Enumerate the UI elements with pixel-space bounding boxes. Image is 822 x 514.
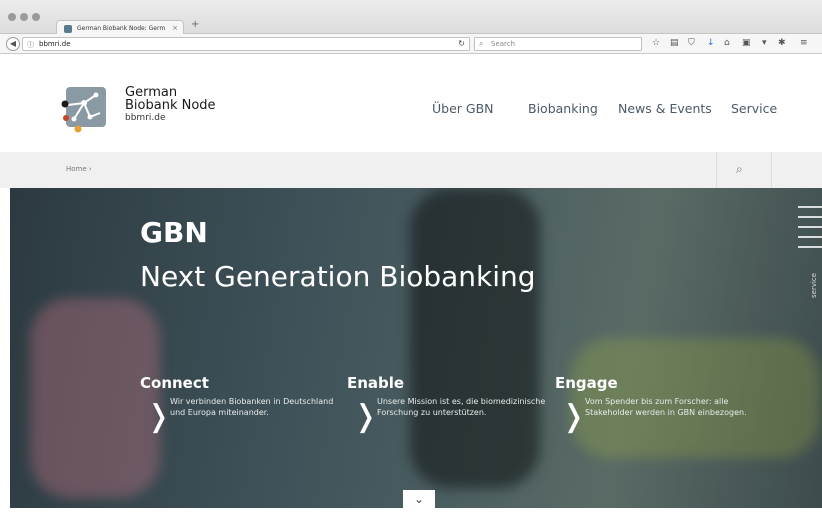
background-instrument xyxy=(410,188,540,488)
pillar-text: Vom Spender bis zum Forscher: alle Stake… xyxy=(585,397,747,417)
chevron-right-icon: ❭ xyxy=(353,399,379,434)
dropdown-icon[interactable]: ▾ xyxy=(762,38,767,48)
hero-banner: GBN Next Generation Biobanking Connect ❭… xyxy=(10,188,822,508)
addon-icon[interactable]: ✱ xyxy=(778,38,786,48)
scroll-down-icon[interactable]: ⌄ xyxy=(403,490,435,514)
site-search-icon[interactable]: ⌕ xyxy=(736,162,743,177)
brand-line2: Biobank Node xyxy=(125,98,216,113)
home-icon[interactable]: ⌂ xyxy=(724,38,730,48)
browser-toolbar: ◀ ⓘ bbmri.de ↻ ⌕ Search ☆ ▤ ⛉ ↓ ⌂ ▣ ▾ ✱ … xyxy=(0,34,822,54)
hero-title: GBN xyxy=(140,216,208,249)
divider xyxy=(716,152,717,188)
tab-title: German Biobank Node: Germ xyxy=(77,25,166,32)
brand-domain: bbmri.de xyxy=(125,113,166,123)
nav-biobanking[interactable]: Biobanking xyxy=(528,101,598,116)
pillar-engage[interactable]: Engage ❭ Vom Spender bis zum Forscher: a… xyxy=(555,374,755,432)
browser-titlebar: German Biobank Node: Germ × + xyxy=(0,0,822,36)
side-service-label[interactable]: service xyxy=(810,273,818,298)
pillar-enable[interactable]: Enable ❭ Unsere Mission ist es, die biom… xyxy=(347,374,547,432)
browser-search-input[interactable]: ⌕ Search xyxy=(474,37,642,51)
back-button[interactable]: ◀ xyxy=(6,37,20,51)
maximize-window-button[interactable] xyxy=(32,13,40,21)
new-tab-button[interactable]: + xyxy=(191,19,199,30)
breadcrumb-bar: Home › ⌕ xyxy=(0,152,822,188)
nav-news-events[interactable]: News & Events xyxy=(618,101,712,116)
hero-subtitle: Next Generation Biobanking xyxy=(140,260,536,293)
side-menu-toggle[interactable] xyxy=(798,206,822,256)
reading-list-icon[interactable]: ▤ xyxy=(670,38,679,48)
search-placeholder: Search xyxy=(491,40,516,48)
extension-icon[interactable]: ▣ xyxy=(742,38,751,48)
pillar-heading: Engage xyxy=(555,374,618,392)
address-bar[interactable]: ⓘ bbmri.de ↻ xyxy=(22,37,470,51)
menu-icon[interactable]: ≡ xyxy=(800,38,808,48)
brand-name[interactable]: German Biobank Node bbmri.de xyxy=(125,86,216,125)
minimize-window-button[interactable] xyxy=(20,13,28,21)
bookmark-star-icon[interactable]: ☆ xyxy=(652,38,660,48)
breadcrumb-home[interactable]: Home › xyxy=(66,165,92,173)
search-icon: ⌕ xyxy=(479,39,484,48)
tab-close-icon[interactable]: × xyxy=(172,24,178,32)
info-icon[interactable]: ⓘ xyxy=(27,40,34,50)
pillar-connect[interactable]: Connect ❭ Wir verbinden Biobanken in Deu… xyxy=(140,374,340,432)
chevron-right-icon: ❭ xyxy=(561,399,587,434)
url-text: bbmri.de xyxy=(39,40,71,48)
close-window-button[interactable] xyxy=(8,13,16,21)
pillar-heading: Enable xyxy=(347,374,405,392)
pillar-text: Wir verbinden Biobanken in Deutschland u… xyxy=(170,397,334,417)
nav-ueber-gbn[interactable]: Über GBN xyxy=(432,101,494,116)
nav-service[interactable]: Service xyxy=(731,101,777,116)
chevron-right-icon: ❭ xyxy=(146,399,172,434)
favicon-icon xyxy=(64,25,72,33)
site-header: German Biobank Node bbmri.de Über GBN Bi… xyxy=(0,55,822,152)
divider xyxy=(771,152,772,188)
download-icon[interactable]: ↓ xyxy=(707,38,715,48)
pillar-text: Unsere Mission ist es, die biomedizinisc… xyxy=(377,397,546,417)
reload-icon[interactable]: ↻ xyxy=(458,39,465,48)
pillar-heading: Connect xyxy=(140,374,209,392)
gbn-logo[interactable] xyxy=(60,85,110,135)
pocket-icon[interactable]: ⛉ xyxy=(688,38,695,48)
